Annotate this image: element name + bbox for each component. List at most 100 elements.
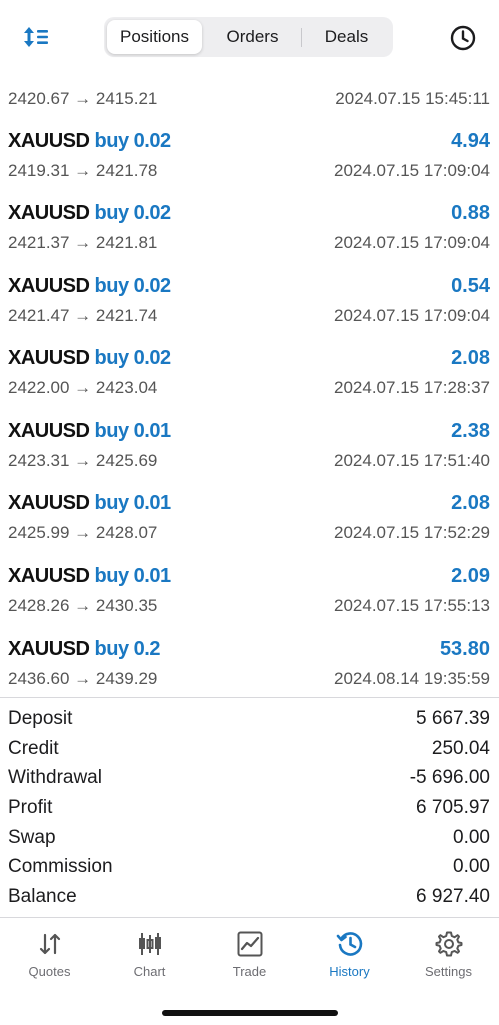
deal-side: buy: [94, 565, 130, 587]
deal-time: 2024.07.15 17:52:29: [334, 523, 490, 542]
deal-row[interactable]: XAUUSD buy 0.01 2.08 2425.99 → 2428.07 2…: [0, 492, 499, 564]
deal-symbol: XAUUSD: [8, 420, 90, 442]
segment-divider: [301, 28, 302, 47]
deal-volume: 0.01: [133, 420, 171, 442]
deal-prices: 2436.60 → 2439.29: [8, 669, 158, 688]
deal-volume: 0.02: [133, 347, 171, 369]
summary-label: Commission: [8, 856, 113, 877]
summary-value: 5 667.39: [416, 708, 490, 729]
home-indicator[interactable]: [162, 1010, 338, 1016]
deal-side: buy: [94, 275, 130, 297]
deal-row[interactable]: XAUUSD buy 0.01 2.38 2423.31 → 2425.69 2…: [0, 420, 499, 492]
tab-positions[interactable]: Positions: [107, 20, 202, 54]
deal-row[interactable]: XAUUSD buy 0.02 0.88 2421.37 → 2421.81 2…: [0, 202, 499, 274]
summary-value: 0.00: [453, 827, 490, 848]
tab-quotes[interactable]: Quotes: [0, 918, 99, 988]
summary-label: Balance: [8, 886, 77, 907]
deal-time: 2024.07.15 17:09:04: [334, 306, 490, 325]
deal-row[interactable]: XAUUSD buy 0.2 53.80 2436.60 → 2439.29 2…: [0, 638, 499, 710]
history-icon: [336, 932, 363, 956]
summary-row-balance: Balance 6 927.40: [0, 883, 499, 913]
deal-row[interactable]: XAUUSD buy 0.02 4.94 2419.31 → 2421.78 2…: [0, 130, 499, 202]
summary-label: Profit: [8, 797, 53, 818]
deal-profit: 2.08: [451, 347, 490, 369]
quotes-icon: [39, 933, 61, 955]
deal-profit: 0.54: [451, 275, 490, 297]
summary-row-withdrawal: Withdrawal -5 696.00: [0, 764, 499, 794]
deal-time: 2024.07.15 17:09:04: [334, 161, 490, 180]
settings-icon: [435, 931, 463, 957]
tab-orders[interactable]: Orders: [204, 20, 301, 54]
deal-volume: 0.2: [133, 638, 161, 660]
deal-profit: 2.38: [451, 420, 490, 442]
deal-side: buy: [94, 347, 130, 369]
deal-time: 2024.07.15 17:28:37: [334, 378, 490, 397]
sort-icon[interactable]: [22, 24, 50, 50]
deal-side: buy: [94, 202, 130, 224]
summary-label: Credit: [8, 738, 59, 759]
deal-symbol: XAUUSD: [8, 638, 90, 660]
deal-prices: 2422.00 → 2423.04: [8, 378, 158, 397]
deal-row[interactable]: XAUUSD buy 0.02 0.54 2421.47 → 2421.74 2…: [0, 275, 499, 347]
deal-row[interactable]: XAUUSD buy 0.01 2.09 2428.26 → 2430.35 2…: [0, 565, 499, 637]
deal-time: 2024.07.15 15:45:11: [335, 89, 490, 108]
summary-value: 0.00: [453, 856, 490, 877]
deal-profit: 4.94: [451, 130, 490, 152]
summary-divider: [0, 697, 499, 698]
tab-label: Trade: [232, 964, 267, 979]
deal-prices: 2419.31 → 2421.78: [8, 161, 158, 180]
summary-row-swap: Swap 0.00: [0, 824, 499, 854]
deal-profit: 0.88: [451, 202, 490, 224]
deal-symbol: XAUUSD: [8, 275, 90, 297]
deal-side: buy: [94, 130, 130, 152]
summary-row-credit: Credit 250.04: [0, 735, 499, 765]
summary-value: 6 927.40: [416, 886, 490, 907]
deal-profit: 2.09: [451, 565, 490, 587]
tab-label: Settings: [425, 964, 472, 979]
deal-side: buy: [94, 638, 130, 660]
tab-label: Chart: [133, 964, 166, 979]
tab-deals[interactable]: Deals: [303, 20, 390, 54]
deal-symbol: XAUUSD: [8, 492, 90, 514]
summary-value: -5 696.00: [409, 767, 490, 788]
deal-prices: 2421.37 → 2421.81: [8, 233, 158, 252]
deal-symbol: XAUUSD: [8, 130, 90, 152]
deal-time: 2024.07.15 17:51:40: [334, 451, 490, 470]
summary-row-deposit: Deposit 5 667.39: [0, 705, 499, 735]
tab-trade[interactable]: Trade: [200, 918, 299, 988]
deal-prices: 2428.26 → 2430.35: [8, 596, 158, 615]
deal-volume: 0.02: [133, 275, 171, 297]
deal-prices: 2425.99 → 2428.07: [8, 523, 158, 542]
deal-prices: 2420.67 → 2415.21: [8, 89, 158, 108]
deal-volume: 0.01: [133, 565, 171, 587]
tab-chart[interactable]: Chart: [100, 918, 199, 988]
summary-value: 250.04: [431, 738, 490, 759]
bottom-tab-bar: Quotes Chart Trade History Settings: [0, 917, 499, 1025]
deal-prices: 2423.31 → 2425.69: [8, 451, 158, 470]
chart-icon: [139, 933, 161, 955]
deal-volume: 0.02: [133, 202, 171, 224]
deal-time: 2024.07.15 17:55:13: [334, 596, 490, 615]
deal-profit: 2.08: [451, 492, 490, 514]
deal-symbol: XAUUSD: [8, 347, 90, 369]
summary-label: Withdrawal: [8, 767, 102, 788]
tab-label: Quotes: [28, 964, 71, 979]
deal-profit: 53.80: [439, 638, 490, 660]
tab-history[interactable]: History: [300, 918, 399, 988]
summary-value: 6 705.97: [416, 797, 490, 818]
deal-time: 2024.07.15 17:09:04: [334, 233, 490, 252]
deal-row[interactable]: XAUUSD buy 0.02 2.08 2422.00 → 2423.04 2…: [0, 347, 499, 419]
deal-symbol: XAUUSD: [8, 565, 90, 587]
tab-settings[interactable]: Settings: [399, 918, 498, 988]
summary-row-profit: Profit 6 705.97: [0, 794, 499, 824]
clock-icon[interactable]: [449, 24, 477, 52]
deal-prices: 2421.47 → 2421.74: [8, 306, 158, 325]
trade-icon: [237, 931, 263, 957]
deal-side: buy: [94, 420, 130, 442]
tab-label: History: [329, 964, 370, 979]
deal-symbol: XAUUSD: [8, 202, 90, 224]
summary-row-commission: Commission 0.00: [0, 853, 499, 883]
top-bar: Positions Orders Deals: [0, 0, 499, 76]
deal-time: 2024.08.14 19:35:59: [334, 669, 490, 688]
deal-side: buy: [94, 492, 130, 514]
